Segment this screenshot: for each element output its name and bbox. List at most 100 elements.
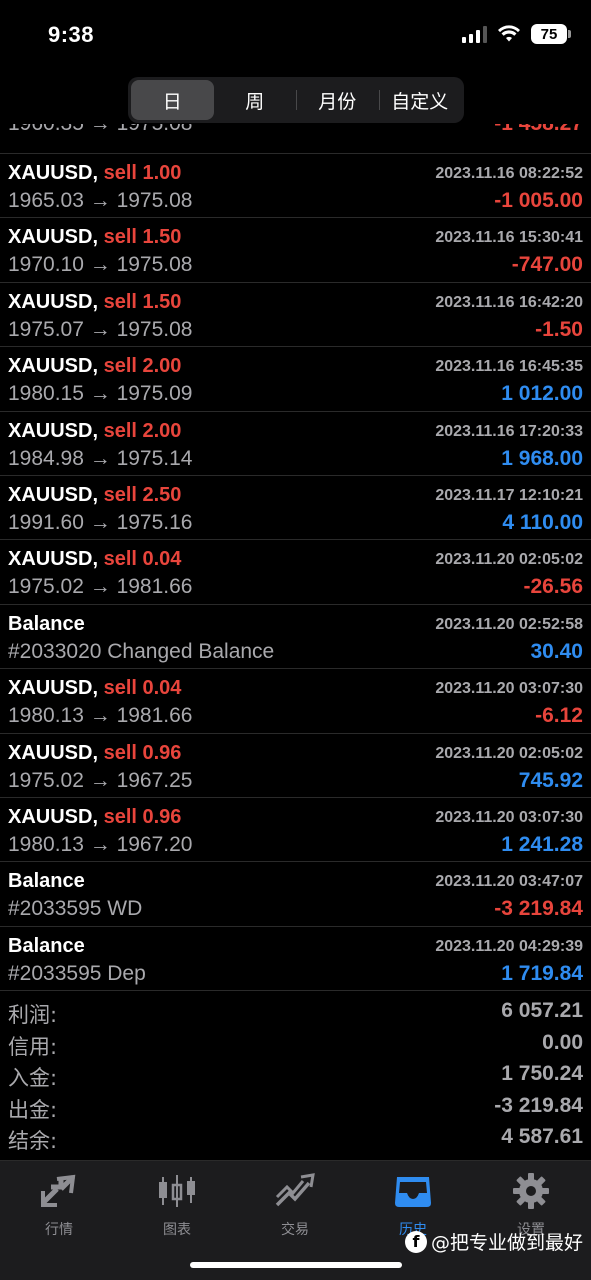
history-inbox-icon xyxy=(393,1171,433,1211)
deal-time: 2023.11.20 04:29:39 xyxy=(435,937,583,955)
list-item[interactable]: XAUUSD, sell 0.04 2023.11.20 03:07:30 1980… xyxy=(0,669,591,734)
list-item[interactable]: XAUUSD, sell 0.96 2023.11.20 02:05:02 1975… xyxy=(0,734,591,798)
deal-price-range: 1975.02 → 1967.25 xyxy=(8,768,193,792)
deal-profit: 745.92 xyxy=(518,768,583,792)
gear-icon xyxy=(512,1171,550,1211)
deal-symbol: XAUUSD, sell 1.00 xyxy=(8,162,181,185)
deal-price-range: 1960.35 → 1975.08 xyxy=(8,124,193,136)
deal-price-range: 1980.13 → 1981.66 xyxy=(8,704,193,728)
deal-symbol: XAUUSD, sell 2.00 xyxy=(8,420,181,443)
deal-price-range: #2033595 Dep xyxy=(8,961,146,985)
list-item[interactable]: XAUUSD, sell 0.96 2023.11.20 03:07:30 1980… xyxy=(0,798,591,863)
summary-value: 4 587.61 xyxy=(501,1125,583,1148)
deal-profit: -26.56 xyxy=(523,575,583,599)
list-item[interactable]: XAUUSD, sell 2.00 2023.11.16 17:20:33 1984… xyxy=(0,412,591,476)
deal-price-range: 1970.10 → 1975.08 xyxy=(8,253,193,277)
deal-time: 2023.11.20 02:05:02 xyxy=(435,551,583,569)
summary-row: 出金: -3 219.84 xyxy=(0,1091,591,1123)
deal-price-range: 1991.60 → 1975.16 xyxy=(8,510,193,534)
tab-trade-chart[interactable]: 交易 xyxy=(236,1171,354,1239)
deal-side-volume: sell 2.50 xyxy=(103,483,182,506)
watermark-logo-icon: f xyxy=(404,1230,427,1253)
deal-side-volume: sell 0.04 xyxy=(103,677,182,700)
segment-1[interactable]: 周 xyxy=(214,80,297,120)
deal-symbol: XAUUSD, sell 1.50 xyxy=(8,291,181,314)
list-item-partial[interactable]: 1960.35 → 1975.08 -1 458.27 xyxy=(0,124,591,154)
deal-price-range: 1980.15 → 1975.09 xyxy=(8,382,193,406)
summary-label: 出金: xyxy=(8,1097,58,1122)
segment-3[interactable]: 自定义 xyxy=(378,80,462,120)
watermark-text: @把专业做到最好 xyxy=(430,1232,583,1254)
segment-2[interactable]: 月份 xyxy=(296,80,379,120)
deal-symbol-name: XAUUSD, xyxy=(8,419,99,442)
status-bar: 9:38 75 xyxy=(0,0,591,72)
deal-time: 2023.11.16 08:22:52 xyxy=(435,165,583,182)
deal-symbol-name: XAUUSD, xyxy=(8,483,99,506)
deal-profit: -747.00 xyxy=(511,253,583,277)
deal-symbol: XAUUSD, sell 0.04 xyxy=(8,677,181,700)
deal-symbol-name: XAUUSD, xyxy=(8,226,99,249)
deal-side-volume: sell 1.50 xyxy=(103,226,182,249)
list-item[interactable]: Balance 2023.11.20 02:52:58 #2033020 Chang… xyxy=(0,605,591,670)
list-item[interactable]: XAUUSD, sell 1.50 2023.11.16 15:30:41 1970… xyxy=(0,218,591,283)
tab-quotes-arrows[interactable]: 行情 xyxy=(0,1171,118,1239)
deal-price-range: 1980.13 → 1967.20 xyxy=(8,832,193,856)
watermark: f @把专业做到最好 xyxy=(404,1228,583,1255)
deal-profit: -1.50 xyxy=(535,317,583,341)
deal-price-range: 1984.98 → 1975.14 xyxy=(8,446,193,470)
deal-time: 2023.11.17 12:10:21 xyxy=(435,486,583,504)
deal-symbol: XAUUSD, sell 0.96 xyxy=(8,806,181,829)
deal-price-range: 1975.07 → 1975.08 xyxy=(8,317,193,341)
trade-chart-icon xyxy=(275,1171,315,1211)
deal-profit: 4 110.00 xyxy=(502,510,583,534)
summary-label: 结余: xyxy=(8,1129,58,1153)
deal-side-volume: sell 1.00 xyxy=(103,162,182,184)
deal-symbol: Balance xyxy=(8,870,85,893)
deal-profit: 1 968.00 xyxy=(501,446,583,470)
tab-candlestick-chart[interactable]: 图表 xyxy=(118,1171,236,1239)
home-indicator[interactable] xyxy=(190,1262,402,1268)
deal-symbol: XAUUSD, sell 2.50 xyxy=(8,484,181,507)
list-item[interactable]: Balance 2023.11.20 03:47:07 #2033595 WD -3 … xyxy=(0,862,591,927)
deal-symbol: Balance xyxy=(8,935,85,958)
deal-symbol-name: XAUUSD, xyxy=(8,355,99,378)
quotes-arrows-icon xyxy=(39,1171,79,1211)
history-list: 1960.35 → 1975.08 -1 458.27 XAUUSD, sell… xyxy=(0,124,591,992)
tab-label: 交易 xyxy=(281,1222,309,1238)
deal-time: 2023.11.20 03:07:30 xyxy=(435,680,583,698)
status-icons: 75 xyxy=(462,24,571,44)
deal-symbol-name: XAUUSD, xyxy=(8,162,99,184)
summary-value: 0.00 xyxy=(542,1030,583,1054)
deal-side-volume: sell 1.50 xyxy=(103,290,182,313)
period-segmented-control: 日周月份 自定义 xyxy=(128,77,464,123)
summary-panel: 利润: 6 057.21 信用: 0.00 入金: 1 750.24 出金: -3 219.8… xyxy=(0,996,591,1154)
list-item[interactable]: XAUUSD, sell 2.50 2023.11.17 12:10:21 1991… xyxy=(0,476,591,541)
deal-time: 2023.11.20 03:07:30 xyxy=(435,808,583,826)
deal-side-volume: sell 2.00 xyxy=(103,355,182,378)
list-item[interactable]: XAUUSD, sell 1.00 2023.11.16 08:22:52 1965… xyxy=(0,154,591,219)
summary-value: 1 750.24 xyxy=(501,1062,583,1085)
summary-label: 入金: xyxy=(8,1066,58,1090)
segment-0[interactable]: 日 xyxy=(131,80,214,120)
list-item[interactable]: XAUUSD, sell 1.50 2023.11.16 16:42:20 1975… xyxy=(0,283,591,348)
list-item[interactable]: XAUUSD, sell 2.00 2023.11.16 16:45:35 1980… xyxy=(0,347,591,412)
status-time: 9:38 xyxy=(48,22,95,47)
cellular-signal-icon xyxy=(462,25,487,43)
tab-label: 图表 xyxy=(163,1222,191,1238)
deal-symbol-name: XAUUSD, xyxy=(8,548,99,571)
list-item[interactable]: XAUUSD, sell 0.04 2023.11.20 02:05:02 1975… xyxy=(0,540,591,605)
wifi-icon xyxy=(497,25,521,43)
summary-label: 利润: xyxy=(8,1003,58,1027)
deal-symbol: XAUUSD, sell 1.50 xyxy=(8,226,181,249)
deal-symbol-name: XAUUSD, xyxy=(8,741,99,764)
summary-value: 6 057.21 xyxy=(501,999,583,1022)
list-item[interactable]: Balance 2023.11.20 04:29:39 #2033595 Dep 1 … xyxy=(0,927,591,992)
deal-symbol: Balance xyxy=(8,613,85,636)
deal-symbol-name: XAUUSD, xyxy=(8,677,99,700)
deal-profit: 1 012.00 xyxy=(501,382,583,406)
deal-profit: -3 219.84 xyxy=(494,897,583,921)
deal-symbol-name: Balance xyxy=(8,934,85,957)
tab-label: 行情 xyxy=(45,1222,73,1238)
deal-side-volume: sell 0.04 xyxy=(103,548,182,571)
deal-price-range: 1975.02 → 1981.66 xyxy=(8,575,193,599)
